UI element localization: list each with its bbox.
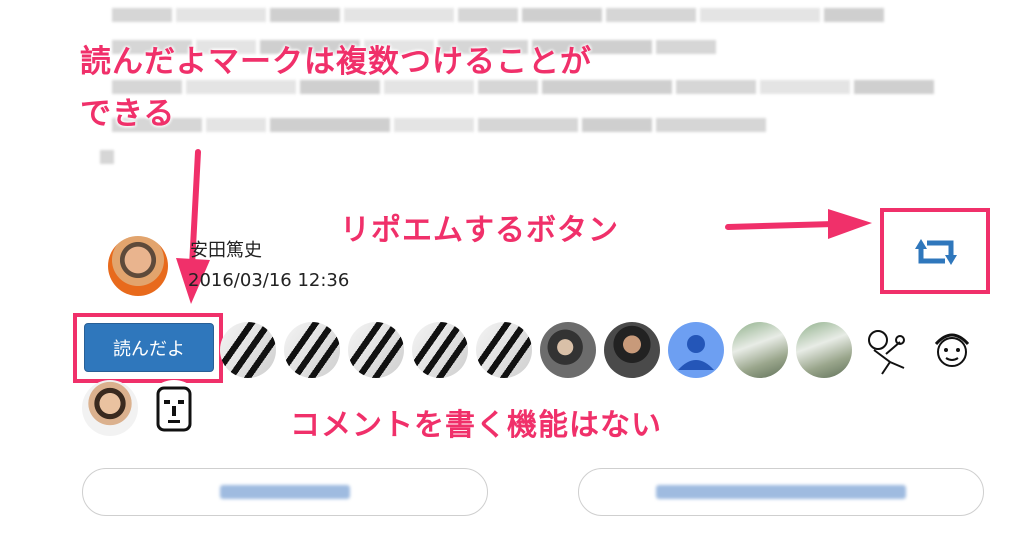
reader-avatar[interactable]: [476, 322, 532, 378]
reader-avatar[interactable]: [220, 322, 276, 378]
reader-avatar[interactable]: [348, 322, 404, 378]
annotation-repoem-button: リポエムするボタン: [340, 213, 619, 248]
link-pill-left[interactable]: [82, 468, 488, 516]
blurred-text-line: [112, 8, 884, 22]
blurred-link-text: [656, 485, 906, 499]
reader-avatar[interactable]: [924, 322, 980, 378]
reader-avatar[interactable]: [860, 322, 916, 378]
reader-avatar[interactable]: [82, 380, 138, 436]
read-button[interactable]: 読んだよ: [84, 323, 214, 372]
reader-avatar[interactable]: [604, 322, 660, 378]
blurred-link-text: [220, 485, 350, 499]
author-name[interactable]: 安田篤史: [190, 236, 262, 262]
author-avatar[interactable]: [108, 236, 168, 296]
reader-avatar[interactable]: [146, 380, 202, 436]
reader-avatar[interactable]: [732, 322, 788, 378]
reader-avatar[interactable]: [796, 322, 852, 378]
sketch-face-icon: [934, 333, 970, 367]
link-pill-right[interactable]: [578, 468, 984, 516]
reader-avatar[interactable]: [284, 322, 340, 378]
pixel-face-icon: [156, 386, 192, 432]
blurred-text-line: [100, 150, 114, 164]
annotation-no-comment: コメントを書く機能はない: [290, 408, 662, 443]
reader-avatar[interactable]: [668, 322, 724, 378]
default-user-icon: [678, 335, 714, 370]
reader-avatar[interactable]: [540, 322, 596, 378]
repost-icon: [915, 239, 957, 265]
repoem-button[interactable]: [894, 219, 978, 285]
sketch-figure-icon: [868, 330, 905, 375]
annotation-multiple-reads: 読んだよマークは複数つけることが できる: [80, 44, 592, 132]
right-arrow-annotation: [725, 209, 872, 239]
reader-avatar[interactable]: [412, 322, 468, 378]
post-date: 2016/03/16 12:36: [188, 270, 350, 291]
